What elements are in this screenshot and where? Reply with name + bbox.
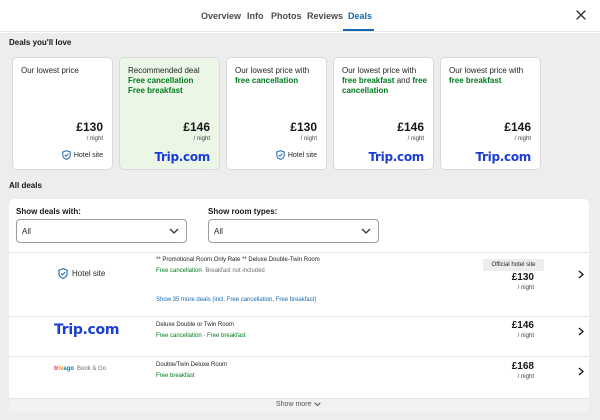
- card-description: Our lowest price with free cancellation: [235, 66, 310, 85]
- card-price: £130: [290, 120, 317, 134]
- row-per-night: / night: [517, 333, 534, 339]
- tab-bar: Overview Info Photos Reviews Deals: [0, 0, 600, 32]
- card-price: £146: [397, 120, 424, 134]
- card-description: Our lowest price with free breakfast and…: [342, 66, 427, 95]
- divider: [9, 252, 589, 253]
- filter-rooms-label: Show room types:: [208, 207, 278, 216]
- row-room-title: Double/Twin Deluxe Room: [156, 362, 228, 368]
- chevron-down-icon: [314, 402, 322, 407]
- divider: [9, 316, 589, 317]
- row-per-night: / night: [517, 374, 534, 380]
- card-provider: Hotel site: [276, 150, 317, 160]
- chevron-down-icon: [361, 228, 371, 234]
- trip-com-logo: Trip.com: [475, 150, 531, 164]
- row-price: £146: [511, 320, 534, 331]
- chevron-right-icon[interactable]: [578, 367, 584, 376]
- card-per-night: / night: [407, 136, 424, 142]
- tab-photos[interactable]: Photos: [271, 11, 302, 21]
- show-more-button[interactable]: Show more: [276, 401, 322, 408]
- card-provider: Trip.com: [154, 150, 210, 164]
- card-provider: Trip.com: [368, 150, 424, 164]
- row-price: £130: [511, 272, 534, 283]
- all-deals-title: All deals: [9, 181, 42, 190]
- trip-com-logo: Trip.com: [368, 150, 424, 164]
- tab-deals[interactable]: Deals: [348, 11, 372, 21]
- official-site-badge: Official hotel site: [483, 259, 544, 271]
- deal-card-breakfast-cancellation[interactable]: Our lowest price with free breakfast and…: [333, 57, 434, 170]
- filter-rooms-select[interactable]: All: [208, 219, 379, 243]
- row-amenities: Free breakfast: [156, 373, 195, 379]
- deals-you-love-title: Deals you'll love: [9, 38, 72, 47]
- card-description: Our lowest price: [21, 66, 79, 75]
- shield-check-icon: [58, 268, 68, 279]
- card-per-night: / night: [514, 136, 531, 142]
- row-room-title: Deluxe Double or Twin Room: [156, 322, 234, 328]
- divider: [9, 356, 589, 357]
- row-provider-trip-com: Trip.com: [54, 322, 119, 338]
- card-price: £130: [76, 120, 103, 134]
- deal-card-recommended[interactable]: Recommended deal Free cancellation Free …: [119, 57, 220, 170]
- card-price: £146: [183, 120, 210, 134]
- trivago-logo: trivago: [54, 366, 75, 372]
- row-provider-hotel-site: Hotel site: [58, 268, 105, 279]
- row-price: £168: [511, 361, 534, 372]
- card-provider: Trip.com: [475, 150, 531, 164]
- card-per-night: / night: [86, 136, 103, 142]
- filter-deals-label: Show deals with:: [16, 207, 81, 216]
- chevron-right-icon[interactable]: [578, 270, 584, 279]
- tab-overview[interactable]: Overview: [201, 11, 241, 21]
- row-amenities: Free cancellation · Free breakfast: [156, 333, 246, 339]
- filter-deals-select[interactable]: All: [16, 219, 187, 243]
- deal-card-lowest-price[interactable]: Our lowest price £130 / night Hotel site: [12, 57, 113, 170]
- active-tab-indicator: [343, 29, 374, 31]
- tab-info[interactable]: Info: [247, 11, 264, 21]
- tab-reviews[interactable]: Reviews: [307, 11, 343, 21]
- card-description: Recommended deal Free cancellation Free …: [128, 66, 200, 95]
- shield-check-icon: [62, 150, 71, 160]
- close-button[interactable]: [572, 6, 590, 24]
- chevron-right-icon[interactable]: [578, 327, 584, 336]
- show-more-deals-link[interactable]: Show 35 more deals (incl. Free cancellat…: [156, 297, 316, 303]
- close-icon: [576, 10, 586, 20]
- card-per-night: / night: [193, 136, 210, 142]
- card-description: Our lowest price with free breakfast: [449, 66, 524, 85]
- deal-card-free-cancellation[interactable]: Our lowest price with free cancellation …: [226, 57, 327, 170]
- row-provider-trivago: trivago Book & Go: [54, 366, 107, 372]
- trip-com-logo: Trip.com: [154, 150, 210, 164]
- card-per-night: / night: [300, 136, 317, 142]
- card-price: £146: [504, 120, 531, 134]
- trip-com-logo: Trip.com: [54, 322, 120, 338]
- card-provider: Hotel site: [62, 150, 103, 160]
- deal-card-free-breakfast[interactable]: Our lowest price with free breakfast £14…: [440, 57, 541, 170]
- shield-check-icon: [276, 150, 285, 160]
- chevron-down-icon: [169, 228, 179, 234]
- row-per-night: / night: [517, 285, 534, 291]
- row-amenities: Free cancellation· Breakfast not include…: [156, 268, 265, 274]
- row-room-title: ** Promotional Room Only Rate ** Deluxe …: [156, 257, 320, 263]
